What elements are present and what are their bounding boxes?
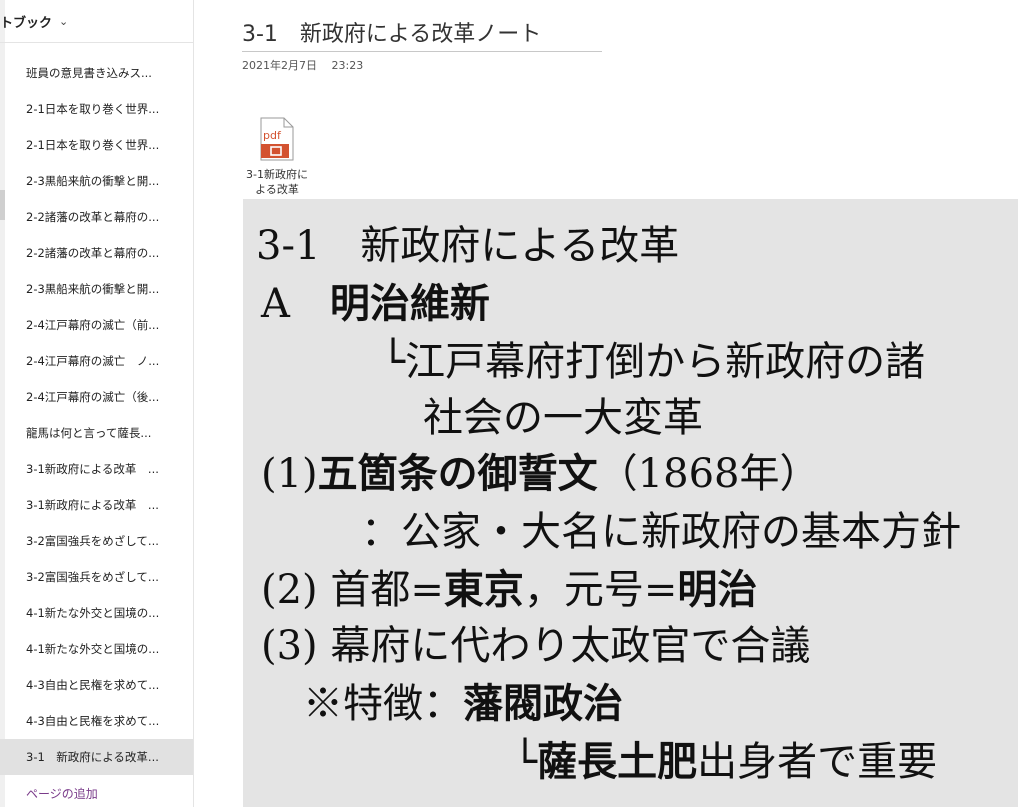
chevron-down-icon[interactable]: ⌄	[59, 15, 68, 28]
page-list-item[interactable]: 4-3自由と民権を求めて...	[0, 703, 193, 739]
pdf-icon-label: pdf	[263, 129, 282, 142]
page-list-item[interactable]: 班員の意見書き込みス...	[0, 55, 193, 91]
page-list-item-label: 2-1日本を取り巻く世界...	[26, 102, 160, 116]
page-list-item[interactable]: 4-1新たな外交と国境の...	[0, 595, 193, 631]
printout-line: 社会の一大変革	[423, 395, 703, 441]
page-list-item[interactable]: 龍馬は何と言って薩長...	[0, 415, 193, 451]
page-canvas[interactable]: 3-1 新政府による改革ノート 2021年2月7日 23:23 pdf 3-1新…	[194, 0, 1018, 807]
page-list-item[interactable]: 2-1日本を取り巻く世界...	[0, 91, 193, 127]
page-list-item-label: 4-3自由と民権を求めて...	[26, 714, 160, 728]
page-list-item-label: 2-2諸藩の改革と幕府の...	[26, 210, 160, 224]
page-list-item-label: 2-4江戸幕府の滅亡 ノ...	[26, 354, 160, 368]
page-list: 班員の意見書き込みス... 2-1日本を取り巻く世界... 2-1日本を取り巻く世界…	[0, 55, 193, 775]
printout-line: 3-1 新政府による改革	[256, 223, 680, 269]
notebook-section-header[interactable]: トブック ⌄	[0, 0, 193, 43]
page-list-item-label: 4-1新たな外交と国境の...	[26, 606, 160, 620]
page-list-item-label: 3-1 新政府による改革...	[26, 750, 159, 764]
page-list-item[interactable]: 2-4江戸幕府の滅亡（前...	[0, 307, 193, 343]
page-list-pane: トブック ⌄ 班員の意見書き込みス... 2-1日本を取り巻く世界... 2-1日本…	[0, 0, 194, 807]
page-list-item[interactable]: 3-1新政府による改革 ...	[0, 487, 193, 523]
pdf-file-icon: pdf	[260, 117, 294, 161]
page-list-item[interactable]: 4-3自由と民権を求めて...	[0, 667, 193, 703]
page-list-item[interactable]: 3-2富国強兵をめざして...	[0, 523, 193, 559]
page-list-item[interactable]: 2-1日本を取り巻く世界...	[0, 127, 193, 163]
page-list-item-label: 班員の意見書き込みス...	[26, 66, 152, 80]
page-title[interactable]: 3-1 新政府による改革ノート	[242, 16, 602, 52]
printout-line: ：公家・大名に新政府の基本方針	[361, 509, 961, 555]
page-list-item-label: 3-1新政府による改革 ...	[26, 462, 159, 476]
page-list-item[interactable]: 2-4江戸幕府の滅亡 ノ...	[0, 343, 193, 379]
printout-line: (1)五箇条の御誓文（1868年）	[261, 450, 820, 497]
onenote-window: トブック ⌄ 班員の意見書き込みス... 2-1日本を取り巻く世界... 2-1日本…	[0, 0, 1018, 807]
page-list-item-label: 4-3自由と民権を求めて...	[26, 678, 160, 692]
page-list-item-label: 2-2諸藩の改革と幕府の...	[26, 246, 160, 260]
printout-line: ※特徴：藩閥政治	[303, 680, 623, 727]
page-list-item-label: 3-2富国強兵をめざして...	[26, 570, 159, 584]
page-list-item-label: 龍馬は何と言って薩長...	[26, 426, 152, 440]
printout-line: (3) 幕府に代わり太政官で合議	[261, 623, 811, 669]
page-list-item-label: 2-3黒船来航の衝撃と開...	[26, 174, 160, 188]
embedded-printout-image: 3-1 新政府による改革 A 明治維新 └江戸幕府打倒から新政府の諸 社会の一大…	[243, 199, 1018, 807]
page-list-item-label: 2-4江戸幕府の滅亡（後...	[26, 390, 160, 404]
page-list-item-label: 3-1新政府による改革 ...	[26, 498, 159, 512]
attachment-file-name: 3-1新政府による改革	[246, 168, 308, 196]
page-list-item[interactable]: 2-2諸藩の改革と幕府の...	[0, 199, 193, 235]
section-title: トブック	[0, 15, 53, 31]
add-page-button[interactable]: ページの追加	[26, 785, 98, 802]
page-list-item[interactable]: 2-3黒船来航の衝撃と開...	[0, 163, 193, 199]
page-list-item-label: 3-2富国強兵をめざして...	[26, 534, 159, 548]
page-list-item[interactable]: 3-2富国強兵をめざして...	[0, 559, 193, 595]
printout-line: (2) 首都=東京，元号=明治	[261, 566, 758, 613]
page-list-item[interactable]: 2-3黒船来航の衝撃と開...	[0, 271, 193, 307]
page-list-item[interactable]: 3-1新政府による改革 ...	[0, 451, 193, 487]
printout-line: └江戸幕府打倒から新政府の諸	[381, 339, 926, 385]
page-list-item[interactable]: 3-1 新政府による改革...	[0, 739, 193, 775]
pdf-attachment[interactable]: pdf 3-1新政府による改革	[242, 117, 312, 201]
page-list-item-label: 2-1日本を取り巻く世界...	[26, 138, 160, 152]
printout-line: A 明治維新	[261, 280, 490, 327]
page-list-item-label: 2-3黒船来航の衝撃と開...	[26, 282, 160, 296]
page-list-item[interactable]: 2-4江戸幕府の滅亡（後...	[0, 379, 193, 415]
page-list-item-label: 2-4江戸幕府の滅亡（前...	[26, 318, 160, 332]
page-list-item[interactable]: 4-1新たな外交と国境の...	[0, 631, 193, 667]
page-date: 2021年2月7日 23:23	[242, 59, 364, 72]
page-list-item[interactable]: 2-2諸藩の改革と幕府の...	[0, 235, 193, 271]
page-list-item-label: 4-1新たな外交と国境の...	[26, 642, 160, 656]
printout-line: └薩長土肥出身者で重要	[513, 738, 938, 785]
